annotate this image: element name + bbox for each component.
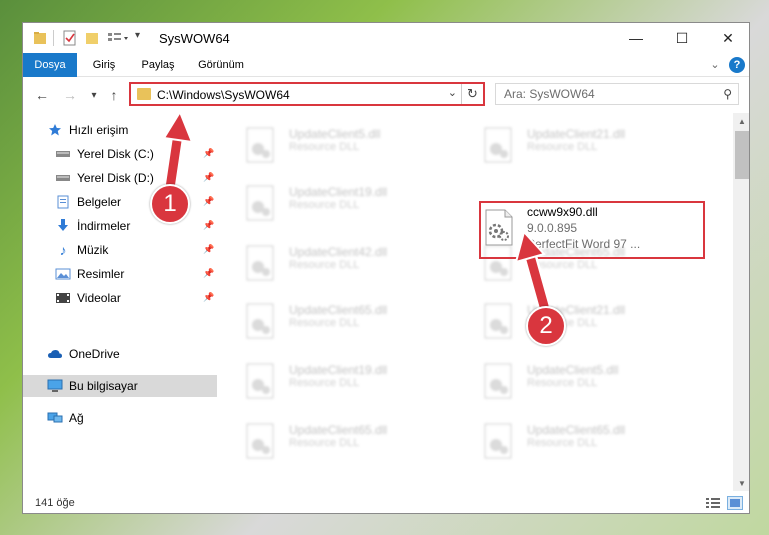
callout-badge-1: 1 xyxy=(150,184,190,224)
callout-arrow-1 xyxy=(162,109,194,195)
tutorial-arrows xyxy=(162,109,551,313)
callout-arrow-2 xyxy=(514,229,551,313)
callout-badge-2: 2 xyxy=(526,306,566,346)
